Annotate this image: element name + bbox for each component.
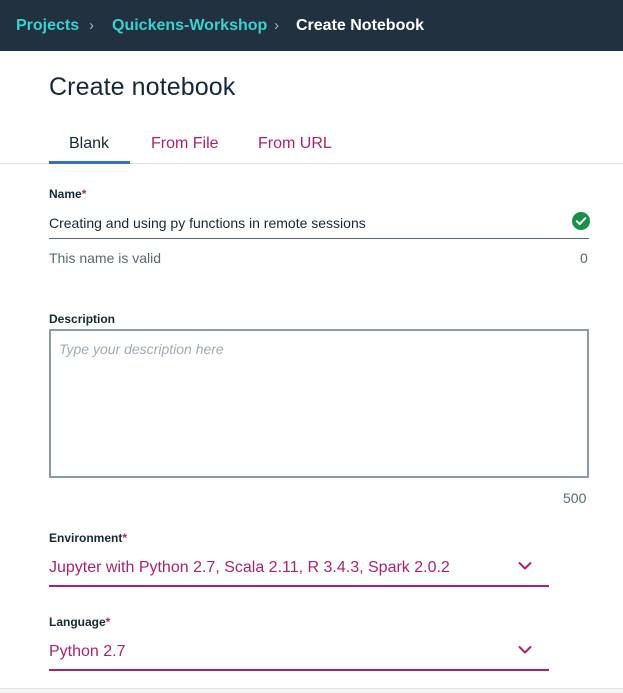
environment-label-text: Environment (49, 531, 123, 545)
required-marker: * (105, 615, 111, 629)
tab-from-file[interactable]: From File (151, 135, 219, 153)
name-input[interactable] (49, 208, 589, 239)
check-circle-icon (572, 212, 590, 230)
environment-selected-value: Jupyter with Python 2.7, Scala 2.11, R 3… (49, 559, 450, 576)
name-valid-message: This name is valid (49, 250, 162, 266)
chevron-down-icon (518, 562, 532, 570)
panel-bottom-edge (0, 688, 623, 693)
top-bar: Projects › Quickens-Workshop › Create No… (0, 0, 623, 51)
environment-select[interactable]: Jupyter with Python 2.7, Scala 2.11, R 3… (49, 557, 549, 587)
description-label: Description (49, 312, 116, 326)
name-char-counter: 0 (580, 250, 588, 266)
breadcrumb-projects[interactable]: Projects (16, 0, 79, 51)
language-select[interactable]: Python 2.7 (49, 641, 549, 671)
breadcrumb-separator-icon: › (89, 17, 94, 34)
description-textarea[interactable] (49, 329, 589, 478)
required-marker: * (122, 531, 128, 545)
name-label-text: Name (49, 187, 82, 201)
page-title: Create notebook (49, 73, 236, 101)
environment-label: Environment* (49, 531, 127, 545)
language-selected-value: Python 2.7 (49, 643, 126, 660)
name-label: Name* (49, 187, 86, 201)
breadcrumb-current: Create Notebook (296, 17, 425, 34)
tab-from-url[interactable]: From URL (258, 135, 332, 153)
chevron-down-icon (518, 646, 532, 654)
language-label-text: Language (49, 615, 106, 629)
tab-blank[interactable]: Blank (69, 135, 109, 153)
active-tab-indicator (49, 161, 130, 164)
required-marker: * (81, 187, 87, 201)
language-label: Language* (49, 615, 110, 629)
description-char-counter: 500 (563, 490, 587, 506)
breadcrumb-separator-icon: › (274, 17, 279, 34)
breadcrumb-project[interactable]: Quickens-Workshop (112, 0, 267, 51)
